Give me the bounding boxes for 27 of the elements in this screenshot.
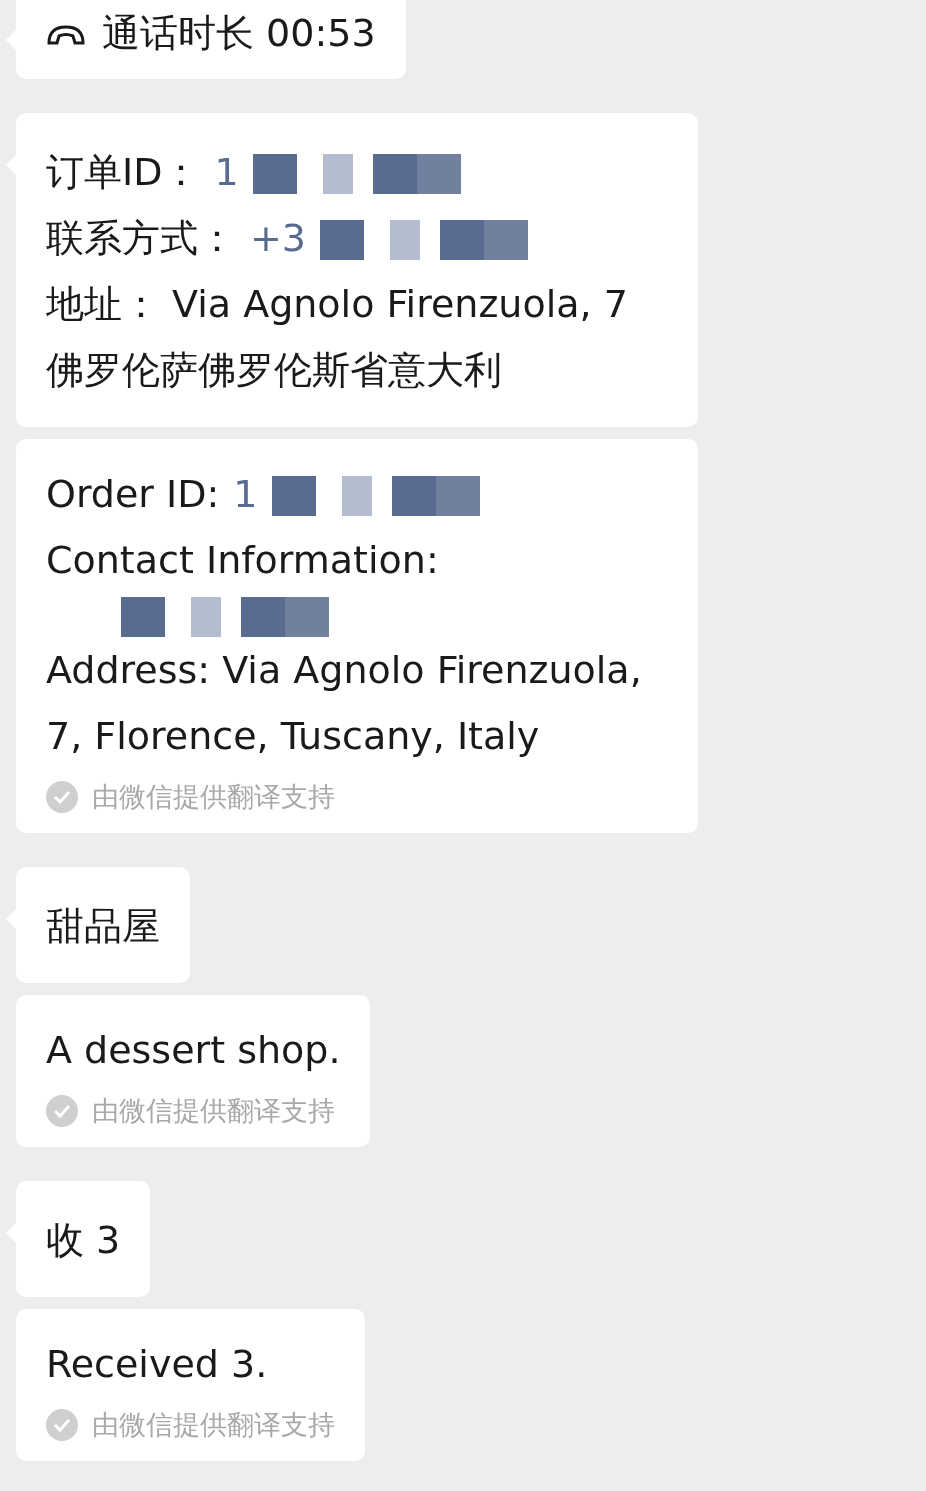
message-text: Order ID: — [46, 471, 220, 518]
check-icon — [46, 781, 78, 813]
call-duration: 通话时长 00:53 — [102, 10, 376, 57]
link-text[interactable]: +3 — [250, 205, 307, 271]
message-text: Received 3. — [46, 1341, 268, 1388]
message-text: 甜品屋 — [46, 903, 160, 950]
message-bubble[interactable]: 收 3 — [16, 1181, 151, 1297]
call-bubble[interactable]: 通话时长 00:53 — [16, 0, 406, 79]
translation-credit: 由微信提供翻译支持 — [92, 780, 335, 814]
message-bubble[interactable]: 订单ID： 1 联系方式： +3 地址： Via Agnolo Firenzuola, 7 佛罗伦萨佛罗伦斯省意大利 — [16, 113, 698, 427]
translation-bubble[interactable]: Received 3. 由微信提供翻译支持 — [16, 1309, 365, 1461]
message-text: 地址： Via Agnolo Firenzuola, 7 佛罗伦萨佛罗伦斯省意大利 — [46, 281, 629, 394]
message-text: Address: Via Agnolo Firenzuola, 7, Florence, Tuscany, Italy — [46, 647, 643, 760]
check-icon — [46, 1095, 78, 1127]
link-text[interactable]: 1 — [214, 139, 239, 205]
message-text: 收 3 — [46, 1217, 121, 1264]
message-text: Contact Information: — [46, 537, 439, 584]
translation-bubble[interactable]: A dessert shop. 由微信提供翻译支持 — [16, 995, 371, 1147]
translation-bubble[interactable]: Order ID: 1 Contact Information: Address: Via Agnolo Firenzuola, 7, Florence, Tuscany, Italy 由微信提供翻译支持 — [16, 439, 698, 833]
translation-credit: 由微信提供翻译支持 — [92, 1408, 335, 1442]
message-text: 联系方式： — [46, 215, 236, 262]
message-text: A dessert shop. — [46, 1027, 341, 1074]
check-icon — [46, 1409, 78, 1441]
message-text: 订单ID： — [46, 149, 201, 196]
translation-credit: 由微信提供翻译支持 — [92, 1094, 335, 1128]
message-bubble[interactable]: 甜品屋 — [16, 867, 190, 983]
link-text[interactable]: 1 — [233, 461, 258, 527]
